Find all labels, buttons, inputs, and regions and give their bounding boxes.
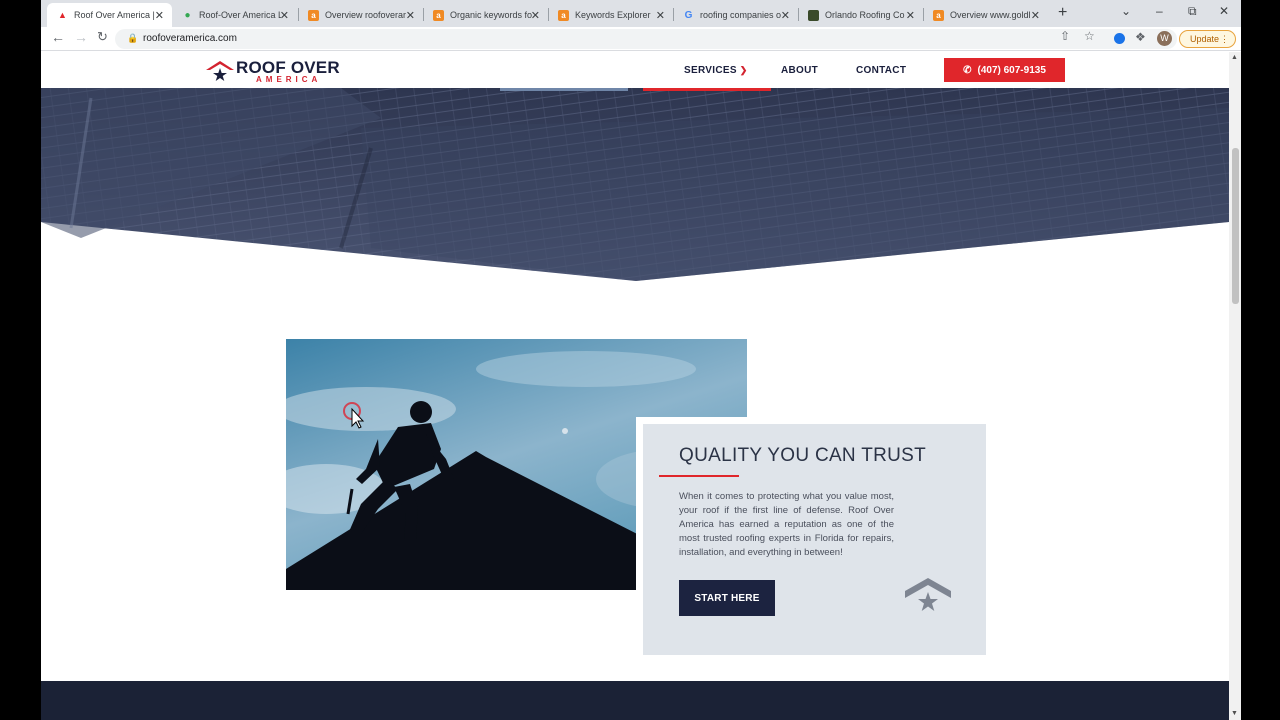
next-section-dark-band	[41, 681, 1229, 720]
share-icon[interactable]: ⇧	[1060, 29, 1070, 43]
tab-roof-over-america[interactable]: ▲ Roof Over America | ✕	[47, 3, 172, 27]
feature-card-panel: QUALITY YOU CAN TRUST When it comes to p…	[643, 424, 986, 655]
tab-title: Orlando Roofing Co	[825, 10, 905, 20]
maps-pin-icon: ●	[184, 9, 191, 21]
tab-strip: ▲ Roof Over America | ✕ ● Roof-Over Amer…	[41, 0, 1241, 27]
chevron-down-icon: ❯	[739, 65, 748, 75]
lock-icon: 🔒	[127, 33, 139, 43]
tab-orlando-roofing[interactable]: Orlando Roofing Co ✕	[798, 3, 923, 27]
phone-icon: ✆	[963, 64, 972, 76]
new-tab-plus-icon[interactable]: +	[1058, 4, 1067, 22]
tab-title: roofing companies o	[700, 10, 782, 20]
tab-title: Organic keywords fo	[450, 10, 532, 20]
phone-call-button[interactable]: ✆ (407) 607-9135	[944, 58, 1065, 82]
roof-logo-icon	[206, 61, 234, 81]
scrollbar-thumb[interactable]	[1232, 148, 1239, 304]
close-icon[interactable]: ✕	[1031, 9, 1040, 22]
tab-title: Overview roofoverar	[325, 10, 407, 20]
scroll-up-arrow-icon[interactable]: ▲	[1231, 54, 1238, 61]
tab-ahrefs-goldl[interactable]: a Overview www.goldl ✕	[923, 3, 1048, 27]
reload-icon[interactable]: ↻	[97, 29, 108, 45]
ahrefs-icon: a	[933, 9, 944, 21]
address-bar[interactable]: 🔒 roofoveramerica.com	[115, 29, 1177, 49]
restore-icon[interactable]: ⧉	[1188, 4, 1197, 19]
profile-avatar[interactable]: W	[1157, 31, 1172, 46]
bookmark-star-icon[interactable]: ☆	[1084, 29, 1095, 43]
url-text[interactable]: roofoveramerica.com	[143, 33, 237, 44]
feature-card: QUALITY YOU CAN TRUST When it comes to p…	[636, 417, 986, 655]
hero-accent-bar	[500, 88, 628, 91]
minimize-icon[interactable]: –	[1156, 4, 1163, 18]
nav-about[interactable]: ABOUT	[781, 65, 818, 76]
close-icon[interactable]: ✕	[906, 9, 915, 22]
tab-search-chevron-icon[interactable]: ⌄	[1121, 4, 1131, 18]
browser-window: ▲ Roof Over America | ✕ ● Roof-Over Amer…	[41, 0, 1241, 720]
tab-ahrefs-organic[interactable]: a Organic keywords fo ✕	[423, 3, 548, 27]
tab-title: Roof-Over America L	[199, 10, 281, 20]
ahrefs-icon: a	[433, 9, 444, 21]
hero-roof-banner	[41, 88, 1229, 281]
tab-google-search[interactable]: G roofing companies o ✕	[673, 3, 798, 27]
forward-arrow-icon[interactable]: →	[74, 29, 88, 45]
nav-contact[interactable]: CONTACT	[856, 65, 906, 76]
start-here-button[interactable]: START HERE	[679, 580, 775, 616]
update-label: Update	[1190, 34, 1220, 44]
feature-title: QUALITY YOU CAN TRUST	[679, 445, 927, 466]
extension-icon[interactable]	[1114, 33, 1125, 44]
nav-services[interactable]: SERVICES ❯	[684, 65, 748, 76]
tab-title: Overview www.goldl	[950, 10, 1031, 20]
site-icon	[808, 9, 819, 21]
tab-maps[interactable]: ● Roof-Over America L ✕	[172, 3, 297, 27]
roof-logo-icon: ▲	[58, 10, 67, 20]
google-icon: G	[684, 9, 693, 21]
logo-text-secondary: AMERICA	[256, 75, 322, 84]
close-icon[interactable]: ✕	[155, 9, 164, 22]
more-menu-icon[interactable]: ⋮	[1220, 31, 1229, 47]
extensions-puzzle-icon[interactable]: ❖	[1135, 30, 1146, 44]
title-underline	[659, 475, 739, 477]
back-arrow-icon[interactable]: ←	[51, 29, 65, 45]
update-button[interactable]: Update ⋮	[1179, 30, 1236, 48]
ahrefs-icon: a	[308, 9, 319, 21]
ahrefs-icon: a	[558, 9, 569, 21]
nav-services-label: SERVICES	[684, 65, 737, 76]
roof-star-emblem-icon	[905, 578, 951, 611]
site-logo[interactable]: ROOF OVER AMERICA	[206, 56, 346, 84]
mouse-cursor-icon	[343, 402, 365, 429]
browser-toolbar: ← → ↻ 🔒 roofoveramerica.com ⇧ ☆ ❖ W Upda…	[41, 27, 1241, 51]
hero-accent-bar-red	[643, 88, 771, 91]
close-icon[interactable]: ✕	[781, 9, 790, 22]
site-header: ROOF OVER AMERICA SERVICES ❯ ABOUT CONTAC…	[41, 52, 1229, 88]
window-close-icon[interactable]: ✕	[1219, 4, 1229, 18]
close-icon[interactable]: ✕	[531, 9, 540, 22]
scroll-down-arrow-icon[interactable]: ▼	[1231, 710, 1238, 717]
tab-title: Keywords Explorer	[575, 10, 651, 20]
tab-ahrefs-keywords[interactable]: a Keywords Explorer ✕	[548, 3, 673, 27]
close-icon[interactable]: ✕	[406, 9, 415, 22]
close-icon[interactable]: ✕	[280, 9, 289, 22]
tab-ahrefs-overview[interactable]: a Overview roofoverar ✕	[298, 3, 423, 27]
phone-number: (407) 607-9135	[977, 64, 1046, 76]
close-icon[interactable]: ✕	[656, 9, 665, 22]
feature-description: When it comes to protecting what you val…	[679, 491, 894, 558]
tab-title: Roof Over America |	[74, 10, 155, 20]
